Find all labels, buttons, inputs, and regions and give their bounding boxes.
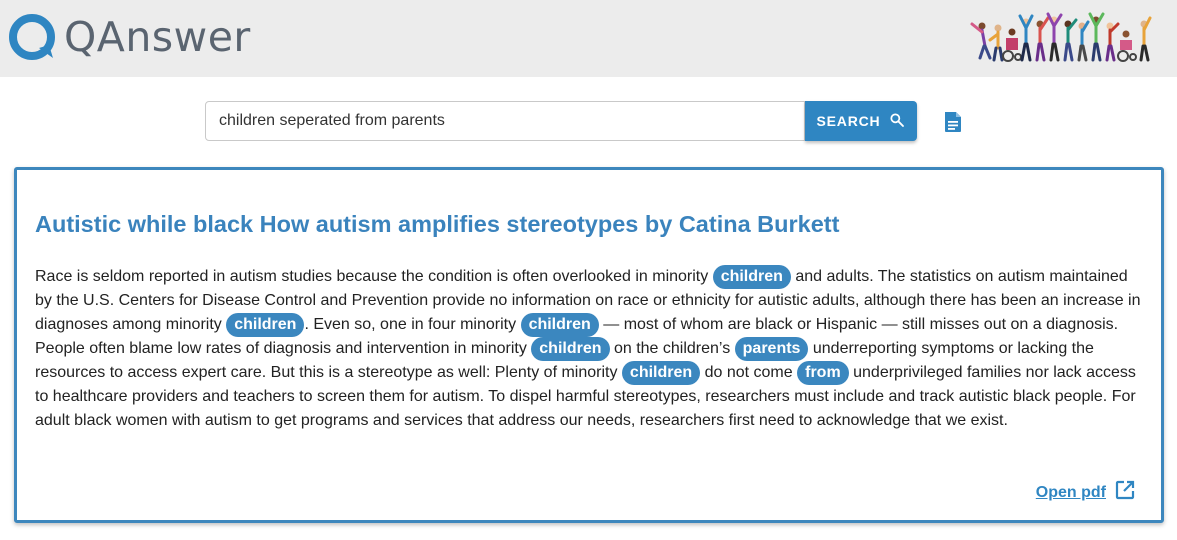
qanswer-logo-icon [9,13,57,61]
result-snippet: Race is seldom reported in autism studie… [35,265,1143,433]
document-icon[interactable] [943,111,963,133]
snippet-text: Race is seldom reported in autism studie… [35,268,713,285]
open-pdf-label: Open pdf [1035,483,1106,501]
snippet-text: on the children’s [609,340,735,357]
qanswer-logo[interactable]: QAnswer [9,12,251,62]
highlight-term: children [226,313,305,337]
result-card: Autistic while black How autism amplifie… [14,167,1164,523]
diverse-people-illustration [968,12,1154,64]
highlight-term: children [712,265,791,289]
search-bar: SEARCH [205,101,917,141]
highlight-term: from [797,361,849,385]
open-pdf-link[interactable]: Open pdf [1036,480,1135,505]
highlight-term: parents [734,337,809,361]
snippet-text: . Even so, one in four minority [304,316,521,333]
highlight-term: children [621,361,701,385]
search-input[interactable] [205,101,805,141]
highlight-term: children [531,337,610,361]
brand-name: QAnswer [64,13,251,61]
open-in-new-icon [1115,480,1135,505]
top-bar: QAnswer [0,0,1177,77]
search-icon [889,112,905,131]
snippet-text: do not come [700,364,798,381]
search-button-label: SEARCH [816,113,881,129]
highlight-term: children [520,313,599,337]
search-button[interactable]: SEARCH [805,101,917,141]
result-title: Autistic while black How autism amplifie… [35,211,840,237]
